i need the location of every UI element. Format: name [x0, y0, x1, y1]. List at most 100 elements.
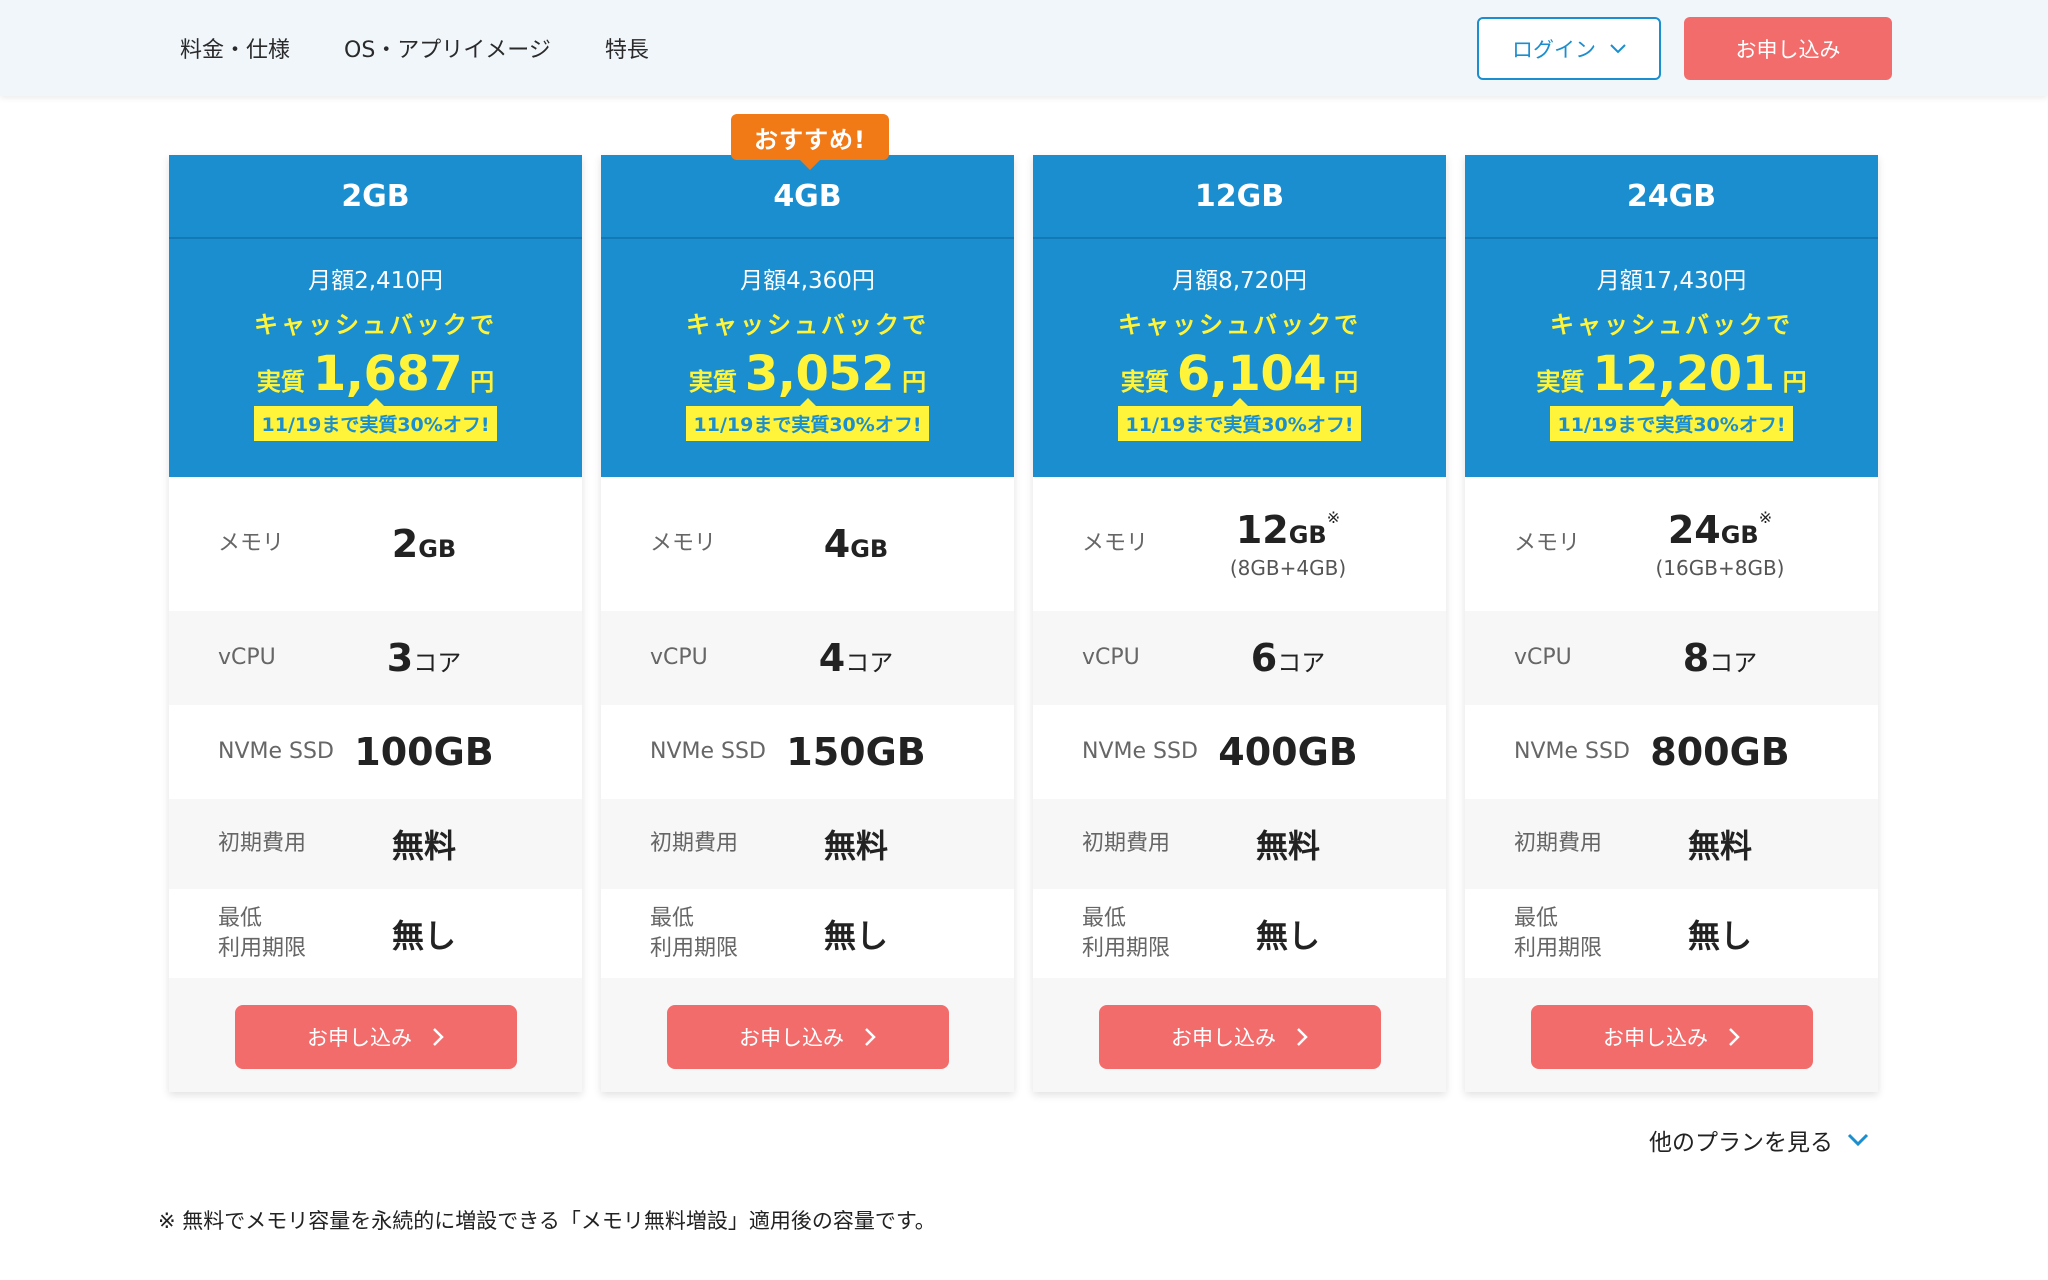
vcpu-unit: コア [845, 649, 894, 677]
memory-unit: GB [1288, 521, 1327, 549]
monthly-price: 月額2,410円 [308, 268, 443, 294]
ssd-size: 150GB [786, 730, 926, 774]
apply-label: お申し込み [1171, 1026, 1276, 1050]
spec-value: 4コア [761, 636, 951, 680]
cashback-label: キャッシュバックで [1550, 311, 1793, 339]
spec-value: 2GB [329, 522, 519, 566]
spec-value: 無料 [1625, 821, 1815, 867]
spec-value: 4GB [761, 522, 951, 566]
effective-price: 実質 3,052 円 [601, 346, 1014, 402]
initial-fee-value: 無料 [391, 827, 456, 865]
chevron-down-icon [1610, 43, 1626, 53]
spec-label-line: 利用期限 [1082, 935, 1171, 961]
main-nav: 料金・仕様 OS・アプリイメージ 特長 [180, 0, 649, 96]
plan-header: おすすめ! 4GB 月額4,360円 キャッシュバックで 実質 3,052 円 11/19まで… [601, 114, 1014, 477]
ssd-size: 800GB [1650, 730, 1790, 774]
apply-button[interactable]: お申し込み [1530, 1005, 1813, 1069]
spec-label: 初期費用 [650, 831, 739, 857]
apply-label: お申し込み [1603, 1026, 1708, 1050]
spec-value: 3コア [329, 636, 519, 680]
effective-price: 実質 6,104 円 [1033, 346, 1446, 402]
spec-label: 最低 利用期限 [650, 904, 738, 963]
more-plans-link[interactable]: 他のプランを見る [1649, 1123, 1869, 1157]
spec-value: 8コア [1625, 636, 1815, 680]
effective-prefix: 実質 [688, 368, 737, 396]
apply-button[interactable]: お申し込み [1098, 1005, 1381, 1069]
memory-asterisk: ※ [1326, 508, 1341, 527]
plan-name: 2GB [169, 155, 582, 239]
plan-header: 2GB 月額2,410円 キャッシュバックで 実質 1,687 円 11/19まで実質30%… [169, 155, 582, 477]
memory-unit: GB [1720, 521, 1759, 549]
ssd-size: 400GB [1218, 730, 1358, 774]
effective-prefix: 実質 [256, 368, 305, 396]
effective-unit: 円 [1334, 368, 1359, 396]
spec-label-line: 利用期限 [650, 935, 739, 961]
plan-name: 24GB [1465, 155, 1878, 239]
memory-amount: 12 [1235, 508, 1289, 552]
nav-features[interactable]: 特長 [605, 32, 649, 64]
promo-banner: 11/19まで実質30%オフ! [685, 398, 930, 441]
apply-button[interactable]: お申し込み [234, 1005, 517, 1069]
chevron-down-icon [1847, 1133, 1869, 1147]
effective-amount: 1,687 [312, 346, 463, 402]
promo-banner: 11/19まで実質30%オフ! [1549, 398, 1794, 441]
monthly-price: 月額4,360円 [740, 268, 875, 294]
spec-value: 150GB [761, 730, 951, 774]
chevron-right-icon [1297, 1028, 1308, 1046]
spec-initial-fee: 初期費用 無料 [601, 799, 1014, 889]
plan-name: 12GB [1033, 155, 1446, 239]
chevron-right-icon [433, 1028, 444, 1046]
spec-minimum-term: 最低 利用期限 無し [1465, 889, 1878, 978]
cashback-label: キャッシュバックで [254, 311, 497, 339]
ssd-size: 100GB [354, 730, 494, 774]
apply-button-header[interactable]: お申し込み [1684, 17, 1892, 80]
nav-os-apps[interactable]: OS・アプリイメージ [344, 32, 551, 64]
spec-label: メモリ [1514, 531, 1581, 557]
spec-label: メモリ [218, 531, 285, 557]
memory-amount: 2 [391, 522, 419, 566]
promo-banner: 11/19まで実質30%オフ! [253, 398, 498, 441]
effective-amount: 3,052 [744, 346, 895, 402]
nav-pricing[interactable]: 料金・仕様 [180, 32, 290, 64]
vcpu-unit: コア [413, 649, 462, 677]
spec-value: 無料 [329, 821, 519, 867]
spec-value: 400GB [1193, 730, 1383, 774]
spec-value: 無料 [761, 821, 951, 867]
plan-card: おすすめ! 4GB 月額4,360円 キャッシュバックで 実質 3,052 円 11/19まで… [601, 114, 1014, 1092]
initial-fee-value: 無料 [823, 827, 888, 865]
spec-label: vCPU [1514, 645, 1572, 671]
spec-label: vCPU [218, 645, 276, 671]
chevron-right-icon [865, 1028, 876, 1046]
vcpu-count: 4 [818, 636, 846, 680]
plan-card: 12GB 月額8,720円 キャッシュバックで 実質 6,104 円 11/19まで実質30… [1033, 155, 1446, 1092]
spec-vcpu: vCPU 4コア [601, 611, 1014, 705]
spec-value: 24GB※ (16GB+8GB) [1625, 508, 1815, 580]
effective-unit: 円 [902, 368, 927, 396]
spec-label-line: 最低 [218, 905, 263, 931]
spec-value: 無料 [1193, 821, 1383, 867]
spec-value: 12GB※ (8GB+4GB) [1193, 508, 1383, 580]
spec-ssd: NVMe SSD 100GB [169, 705, 582, 799]
spec-value: 無し [1625, 911, 1815, 957]
card-footer: お申し込み [1465, 978, 1878, 1096]
login-button[interactable]: ログイン [1477, 17, 1661, 80]
memory-amount: 24 [1667, 508, 1721, 552]
monthly-price: 月額17,430円 [1596, 268, 1747, 294]
vcpu-unit: コア [1277, 649, 1326, 677]
spec-value: 無し [1193, 911, 1383, 957]
spec-label: NVMe SSD [1082, 739, 1198, 765]
spec-vcpu: vCPU 3コア [169, 611, 582, 705]
initial-fee-value: 無料 [1255, 827, 1320, 865]
card-footer: お申し込み [169, 978, 582, 1096]
footnote: ※ 無料でメモリ容量を永続的に増設できる「メモリ無料増設」適用後の容量です。 [158, 1209, 936, 1233]
spec-label: 最低 利用期限 [218, 904, 306, 963]
chevron-right-icon [1729, 1028, 1740, 1046]
spec-initial-fee: 初期費用 無料 [169, 799, 582, 889]
spec-minimum-term: 最低 利用期限 無し [169, 889, 582, 978]
minimum-term-value: 無し [823, 916, 888, 955]
vcpu-unit: コア [1709, 649, 1758, 677]
spec-label-line: 利用期限 [218, 935, 307, 961]
effective-price: 実質 12,201 円 [1465, 346, 1878, 402]
spec-label: 初期費用 [218, 831, 307, 857]
apply-button[interactable]: お申し込み [666, 1005, 949, 1069]
